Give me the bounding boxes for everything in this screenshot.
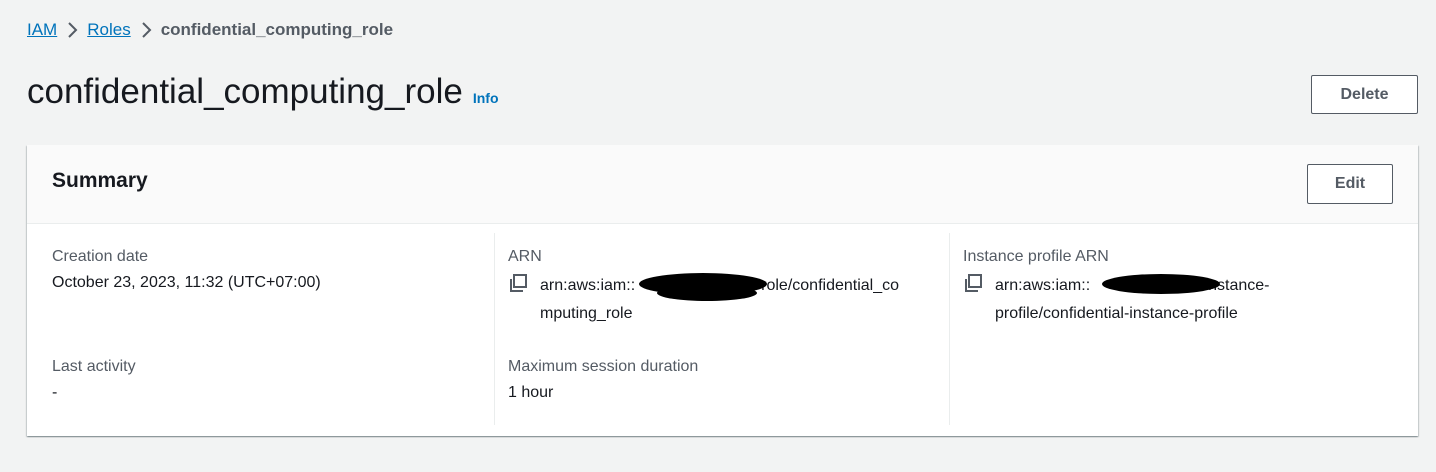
breadcrumb-item-iam[interactable]: IAM (27, 20, 57, 40)
last-activity-field: Last activity - (52, 356, 472, 408)
edit-button[interactable]: Edit (1307, 164, 1393, 204)
copy-icon[interactable] (963, 272, 985, 296)
summary-title: Summary (52, 169, 148, 192)
instance-profile-arn-label: Instance profile ARN (963, 248, 1109, 265)
summary-header: Summary (27, 145, 1418, 224)
breadcrumb: IAM Roles confidential_computing_role (27, 19, 393, 41)
column-divider (949, 233, 950, 425)
chevron-right-icon (131, 19, 161, 41)
creation-date-label: Creation date (52, 248, 149, 265)
summary-panel: Summary Creation date October 23, 2023, … (27, 145, 1418, 436)
page-header: confidential_computing_role Info (27, 70, 499, 114)
last-activity-label: Last activity (52, 358, 136, 375)
chevron-right-icon (57, 19, 87, 41)
last-activity-value: - (52, 384, 58, 401)
max-session-value: 1 hour (508, 384, 554, 401)
creation-date-field: Creation date October 23, 2023, 11:32 (U… (52, 246, 472, 298)
redaction-mark (657, 285, 757, 301)
max-session-label: Maximum session duration (508, 358, 699, 375)
arn-label: ARN (508, 248, 542, 265)
info-link[interactable]: Info (473, 90, 499, 106)
copy-icon[interactable] (508, 272, 530, 296)
page-title: confidential_computing_role (27, 72, 463, 111)
max-session-field: Maximum session duration 1 hour (508, 356, 938, 408)
breadcrumb-item-roles[interactable]: Roles (87, 20, 130, 40)
delete-button[interactable]: Delete (1311, 75, 1418, 114)
column-divider (494, 233, 495, 425)
creation-date-value: October 23, 2023, 11:32 (UTC+07:00) (52, 274, 321, 291)
redaction-mark (1102, 274, 1220, 294)
breadcrumb-current: confidential_computing_role (160, 20, 394, 39)
